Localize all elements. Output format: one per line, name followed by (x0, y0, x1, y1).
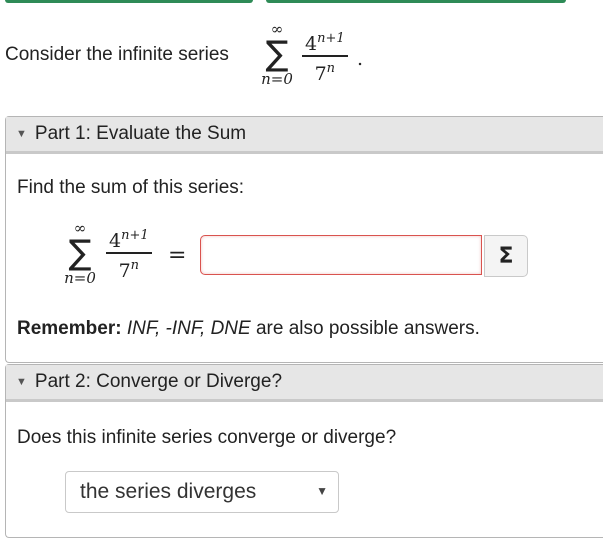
caret-down-icon[interactable]: ▼ (16, 376, 27, 388)
statement-period: . (357, 48, 364, 70)
remember-note: Remember: INF, -INF, DNE are also possib… (17, 318, 480, 340)
part2-question: Does this infinite series converge or di… (17, 427, 397, 448)
sigma-icon: ∑ (68, 233, 92, 273)
summation-symbol: ∞ ∑ n=0 (255, 22, 299, 88)
sum-answer-input[interactable] (200, 235, 482, 275)
remember-label: Remember: (17, 318, 122, 339)
sum-lower-limit: n=0 (261, 70, 293, 88)
series-term-fraction: 4n+1 7n (106, 225, 152, 283)
equation-editor-button[interactable]: Σ (484, 235, 528, 277)
summation-symbol: ∞ ∑ n=0 (58, 221, 102, 287)
fraction-denominator: 7n (314, 60, 336, 85)
part1-title: Part 1: Evaluate the Sum (34, 123, 247, 144)
problem-text: Consider the infinite series (5, 44, 229, 65)
part1-question: Find the sum of this series: (17, 177, 245, 198)
part2-header[interactable]: ▼ Part 2: Converge or Diverge? (6, 365, 603, 402)
remember-rest: are also possible answers. (250, 318, 480, 339)
part1-panel: ▼ Part 1: Evaluate the Sum Find the sum … (5, 116, 603, 363)
fraction-denominator: 7n (118, 257, 140, 282)
sum-lower-limit: n=0 (64, 269, 96, 287)
sigma-icon: ∑ (265, 34, 289, 74)
part2-title: Part 2: Converge or Diverge? (34, 371, 283, 392)
part2-panel: ▼ Part 2: Converge or Diverge? Does this… (5, 364, 603, 538)
dropdown-arrow-icon: ▼ (316, 484, 328, 498)
part1-header[interactable]: ▼ Part 1: Evaluate the Sum (6, 117, 603, 154)
equals-sign: = (168, 243, 187, 268)
converge-diverge-select[interactable]: the series diverges ▼ (65, 471, 339, 513)
top-accent-bar-right (266, 0, 566, 3)
series-term-fraction: 4n+1 7n (302, 28, 348, 86)
fraction-numerator: 4n+1 (109, 228, 149, 252)
fraction-numerator: 4n+1 (305, 31, 345, 55)
select-value: the series diverges (80, 480, 257, 503)
problem-statement: Consider the infinite series ∞ ∑ n=0 4n+… (5, 22, 405, 102)
top-accent-bar-left (5, 0, 253, 3)
remember-answers: INF, -INF, DNE (126, 318, 251, 339)
caret-down-icon[interactable]: ▼ (16, 128, 27, 140)
